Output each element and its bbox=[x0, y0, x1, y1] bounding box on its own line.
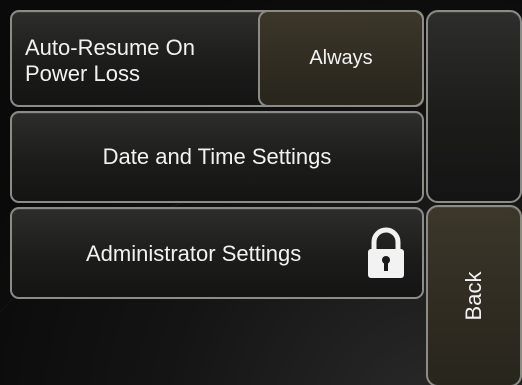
date-time-settings-label: Date and Time Settings bbox=[102, 144, 332, 169]
date-time-settings-button[interactable]: Date and Time Settings bbox=[10, 111, 424, 203]
back-button-label: Back bbox=[461, 271, 486, 321]
back-button[interactable]: Back bbox=[426, 205, 522, 385]
administrator-settings-button[interactable]: Administrator Settings bbox=[10, 207, 424, 299]
auto-resume-value-button[interactable]: Always bbox=[258, 10, 424, 107]
lock-icon bbox=[368, 227, 404, 278]
administrator-settings-label: Administrator Settings bbox=[86, 241, 302, 266]
auto-resume-label: Auto-Resume On Power Loss bbox=[25, 35, 195, 86]
side-panel-blank bbox=[426, 10, 522, 203]
settings-screen: Auto-Resume On Power Loss Always Date an… bbox=[0, 0, 522, 385]
